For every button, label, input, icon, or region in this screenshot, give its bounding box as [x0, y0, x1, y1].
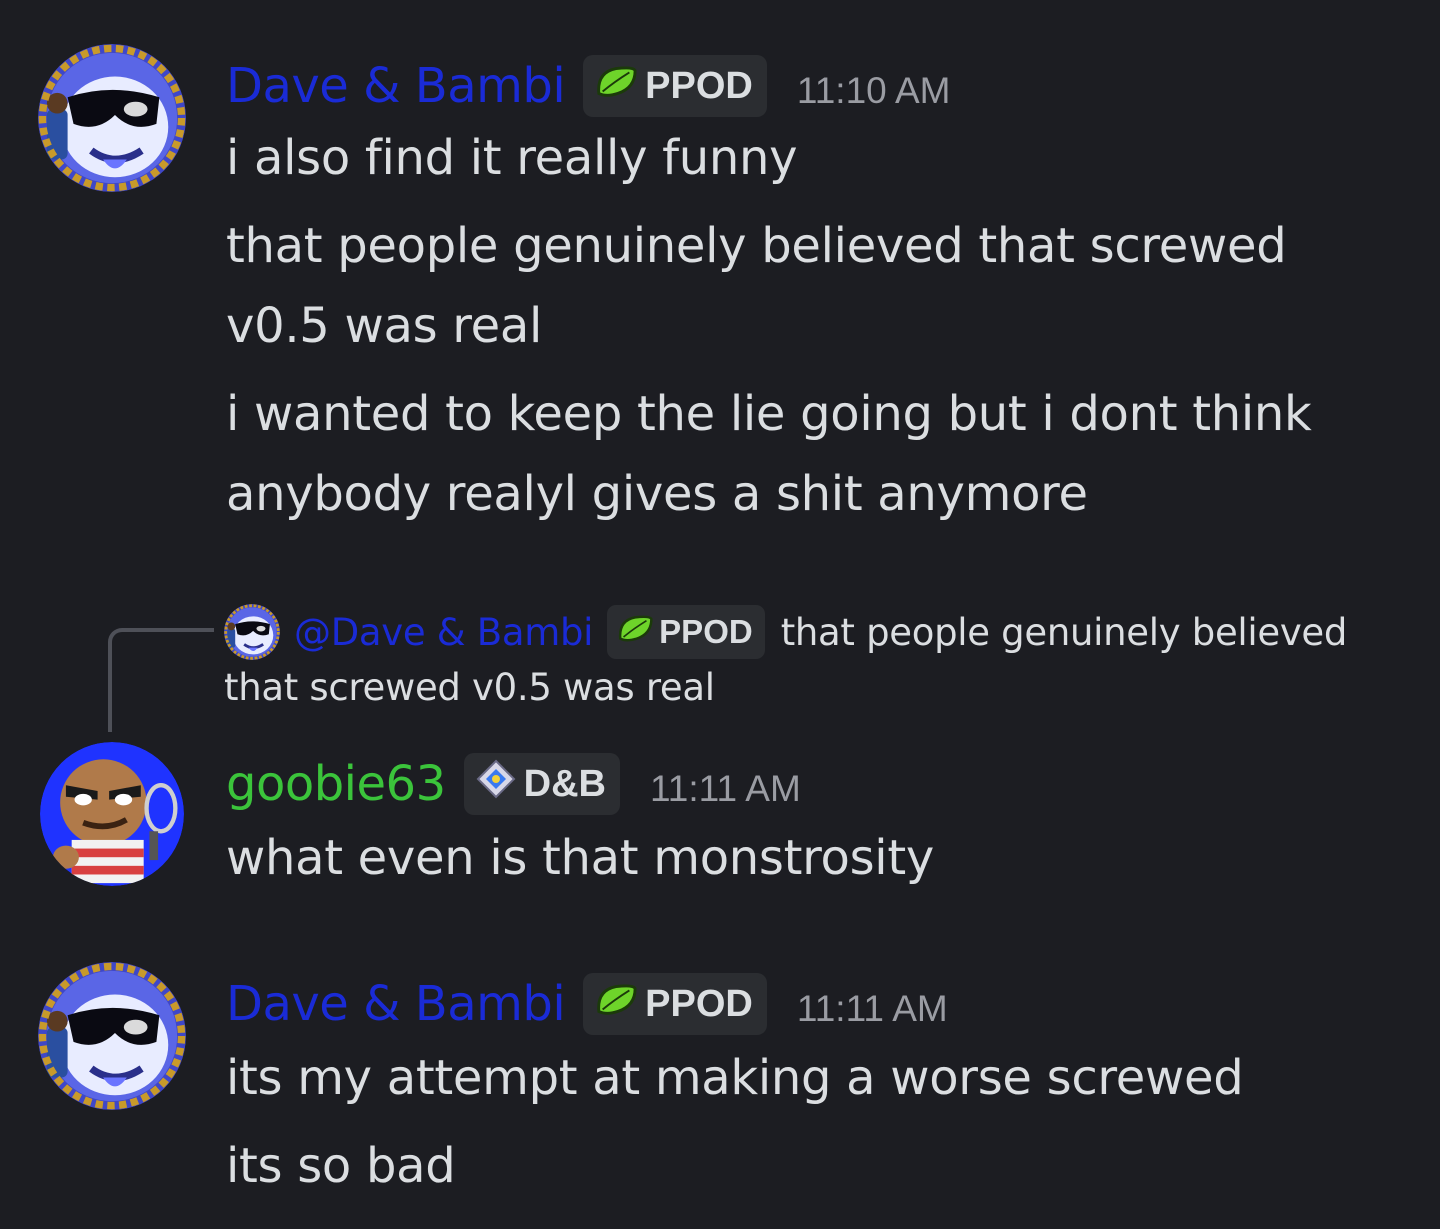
author-name[interactable]: goobie63	[226, 756, 446, 812]
reply-connector	[108, 628, 214, 732]
server-tag[interactable]: D&B	[463, 753, 620, 815]
reply-mention[interactable]: @Dave & Bambi	[294, 611, 593, 654]
server-tag-label: PPOD	[645, 64, 753, 107]
message-header: goobie63 D&B 11:11 AM	[226, 752, 801, 816]
server-tag[interactable]: PPOD	[583, 55, 767, 117]
reply-server-tag: PPOD	[607, 605, 765, 659]
timestamp[interactable]: 11:10 AM	[797, 70, 951, 112]
server-tag-label: PPOD	[645, 982, 753, 1025]
leaf-icon	[617, 613, 653, 651]
server-tag[interactable]: PPOD	[583, 973, 767, 1035]
dave-bambi-avatar[interactable]	[38, 44, 186, 192]
reply-server-tag-label: PPOD	[659, 613, 753, 650]
message-header: Dave & Bambi PPOD 11:11 AM	[226, 972, 948, 1036]
message-header: Dave & Bambi PPOD 11:10 AM	[226, 54, 950, 118]
leaf-icon	[595, 64, 637, 108]
message-text: v0.5 was real	[226, 298, 542, 354]
message-text: what even is that monstrosity	[226, 830, 934, 886]
message-text: i also find it really funny	[226, 130, 798, 186]
message-text: i wanted to keep the lie going but i don…	[226, 386, 1312, 442]
reply-preview[interactable]: @Dave & Bambi PPOD that people genuinely…	[224, 602, 1347, 662]
message-text: its my attempt at making a worse screwed	[226, 1050, 1244, 1106]
reply-text-continued[interactable]: that screwed v0.5 was real	[224, 666, 715, 709]
diamond-icon	[476, 759, 516, 809]
leaf-icon	[595, 982, 637, 1026]
message-text: anybody realyl gives a shit anymore	[226, 466, 1088, 522]
author-name[interactable]: Dave & Bambi	[226, 58, 566, 114]
message-text: its so bad	[226, 1138, 456, 1194]
dave-bambi-avatar[interactable]	[38, 962, 186, 1110]
timestamp[interactable]: 11:11 AM	[650, 768, 801, 810]
goobie-avatar[interactable]	[40, 742, 184, 886]
server-tag-label: D&B	[523, 762, 606, 805]
reply-text[interactable]: that people genuinely believed	[781, 611, 1348, 654]
reply-avatar	[224, 604, 280, 660]
timestamp[interactable]: 11:11 AM	[797, 988, 948, 1030]
author-name[interactable]: Dave & Bambi	[226, 976, 566, 1032]
message-text: that people genuinely believed that scre…	[226, 218, 1287, 274]
